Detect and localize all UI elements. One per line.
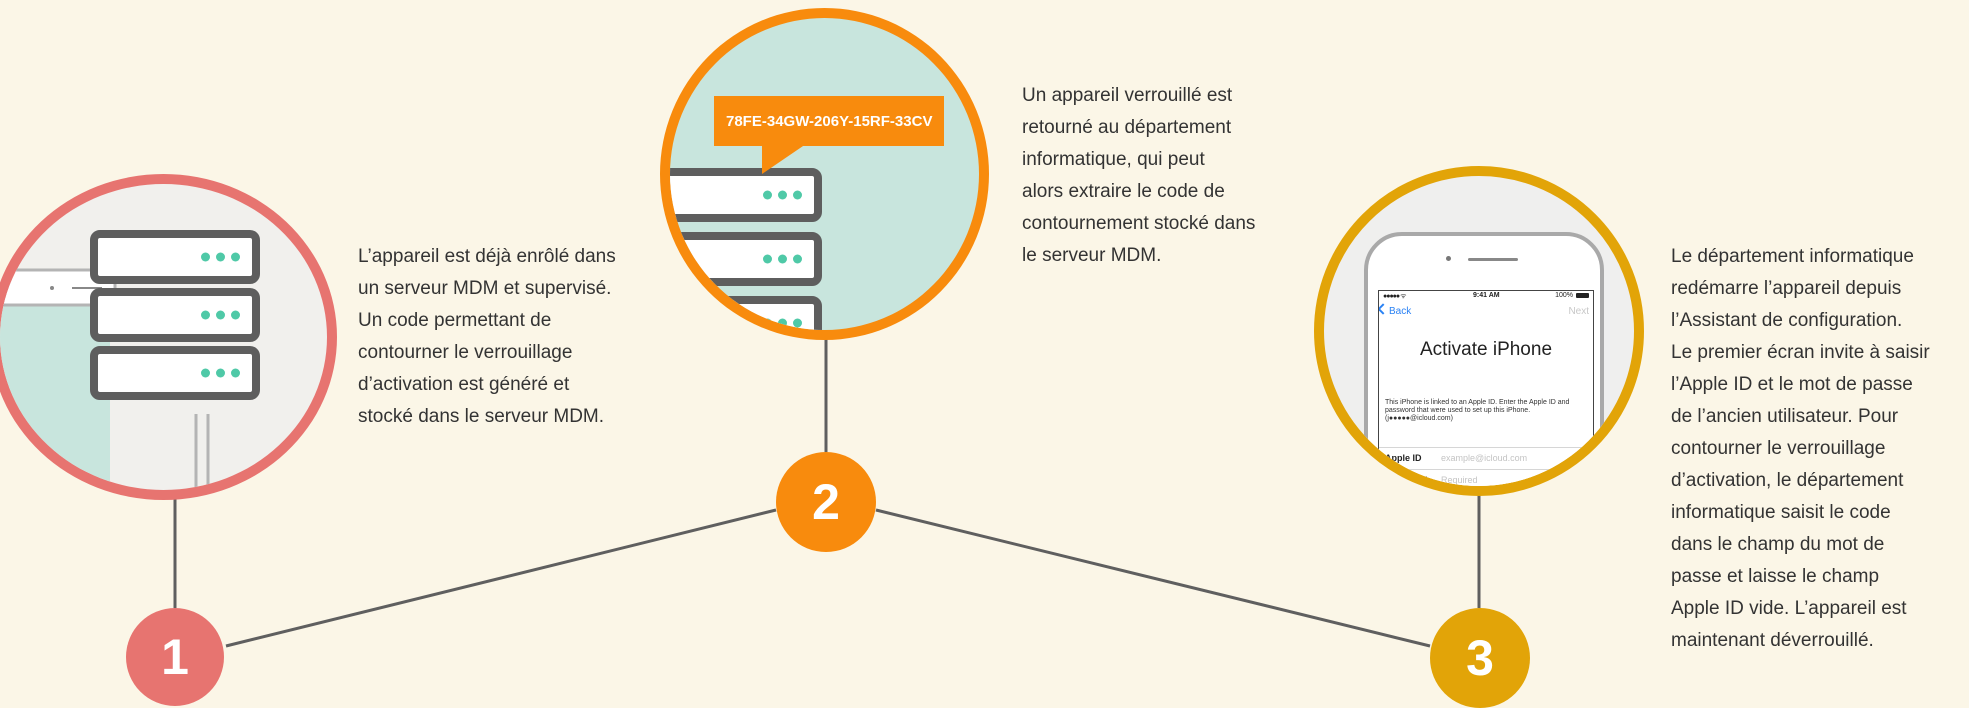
server-unit — [670, 232, 822, 286]
iphone-icon: ●●●●● ᯤ 9:41 AM 100% Back Next Activate … — [1364, 232, 1604, 486]
battery-percent: 100% — [1555, 292, 1573, 299]
apple-id-label: Apple ID — [1385, 453, 1422, 463]
activation-lock-diagram: 78FE-34GW-206Y-15RF-33CV ●●●●● ᯤ 9:41 AM… — [0, 0, 1969, 708]
server-unit — [90, 346, 260, 400]
step-1-illustration — [0, 174, 337, 500]
activate-iphone-screen: ●●●●● ᯤ 9:41 AM 100% Back Next Activate … — [1378, 290, 1594, 486]
screen-title: Activate iPhone — [1419, 339, 1553, 360]
next-button[interactable]: Next — [1568, 306, 1589, 317]
apple-id-field[interactable]: example@icloud.com — [1441, 453, 1527, 463]
step-3-description: Le département informatique redémarre l’… — [1671, 246, 1930, 651]
divider — [1385, 469, 1593, 470]
step-2-illustration: 78FE-34GW-206Y-15RF-33CV — [660, 8, 989, 340]
signal-status: ●●●●● ᯤ — [1383, 293, 1407, 300]
back-button[interactable]: Back — [1389, 306, 1411, 317]
step-3-badge: 3 — [1430, 608, 1530, 708]
step-2-badge: 2 — [776, 452, 876, 552]
step-3-illustration: ●●●●● ᯤ 9:41 AM 100% Back Next Activate … — [1314, 166, 1644, 496]
status-time: 9:41 AM — [1473, 292, 1500, 299]
divider — [1379, 447, 1593, 448]
connector-badge1-badge2 — [225, 508, 777, 648]
chevron-left-icon[interactable] — [1379, 303, 1389, 315]
bypass-code-callout: 78FE-34GW-206Y-15RF-33CV — [714, 96, 945, 146]
password-label: Password — [1385, 475, 1428, 485]
screen-info-text: This iPhone is linked to an Apple ID. En… — [1385, 399, 1570, 422]
password-field[interactable]: Required — [1441, 475, 1478, 485]
step-2-description: Un appareil verrouillé est retourné au d… — [1022, 85, 1256, 266]
speaker-icon — [1468, 258, 1518, 261]
server-unit — [670, 168, 822, 222]
server-unit — [90, 230, 260, 284]
camera-icon — [1446, 256, 1451, 261]
battery-icon — [1576, 293, 1589, 298]
connector-badge2-badge3 — [875, 508, 1431, 648]
server-unit — [90, 288, 260, 342]
step-1-description: L’appareil est déjà enrôlé dans un serve… — [358, 246, 616, 427]
step-1-badge: 1 — [126, 608, 224, 706]
callout-tail — [762, 144, 806, 174]
